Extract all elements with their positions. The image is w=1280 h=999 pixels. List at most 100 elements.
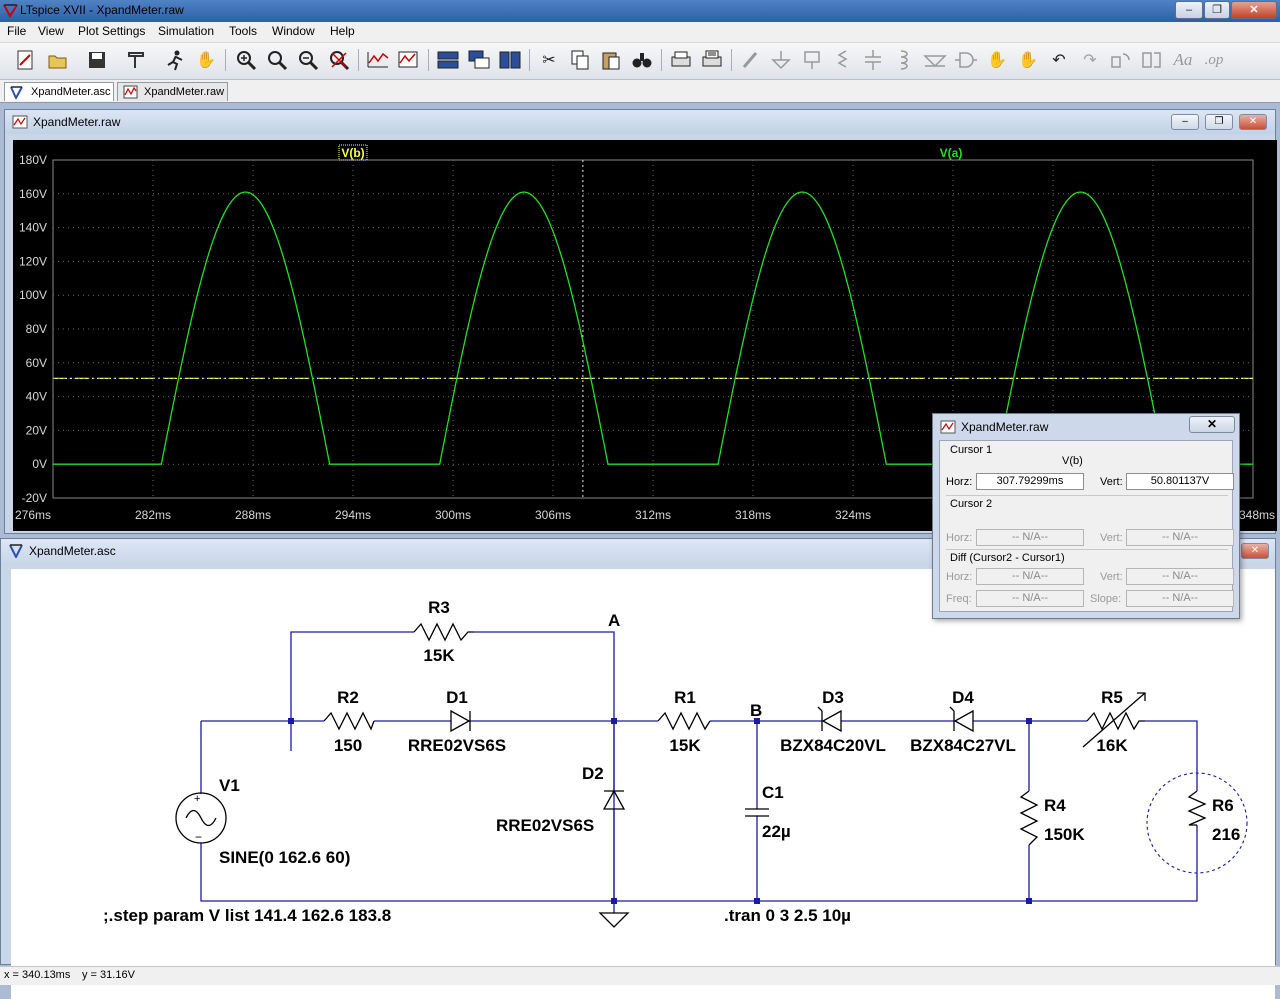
- d4-name: D4: [952, 688, 974, 707]
- minimize-button[interactable]: –: [1175, 1, 1203, 19]
- wire-icon[interactable]: [739, 48, 763, 72]
- waveform-window-titlebar[interactable]: XpandMeter.raw – ❐ ✕: [5, 110, 1275, 134]
- tab-label: XpandMeter.asc: [31, 86, 111, 98]
- cursor-dialog-close-button[interactable]: ✕: [1189, 416, 1235, 433]
- plot-minimize-button[interactable]: –: [1171, 114, 1199, 130]
- schematic-canvas[interactable]: + − R3 15K R2 150 D1 RRE02VS6S R1 15K D3…: [11, 569, 1275, 999]
- y-tick-label: 80V: [26, 322, 47, 336]
- cursor-dialog-title: XpandMeter.raw: [961, 420, 1049, 434]
- drag-icon[interactable]: ✋: [1016, 48, 1040, 72]
- waveform-icon: [123, 85, 138, 99]
- diff-label: Diff (Cursor2 - Cursor1): [950, 552, 1065, 564]
- tile-vertical-icon[interactable]: [498, 48, 522, 72]
- status-y: y = 31.16V: [82, 969, 135, 981]
- zoom-cancel-icon[interactable]: [327, 48, 351, 72]
- schematic-icon: [10, 86, 23, 99]
- cursor1-horz-field[interactable]: 307.79299ms: [976, 473, 1084, 490]
- save-icon[interactable]: [85, 48, 109, 72]
- d2-name: D2: [582, 764, 604, 783]
- close-button[interactable]: ✕: [1231, 1, 1277, 19]
- plot-settings-icon[interactable]: [396, 48, 420, 72]
- x-tick-label: 300ms: [435, 508, 471, 522]
- cursor2-vert-label: Vert:: [1100, 532, 1123, 544]
- trace-label-v-b[interactable]: V(b): [341, 146, 364, 160]
- menu-tools[interactable]: Tools: [229, 24, 257, 38]
- schematic-window-title: XpandMeter.asc: [29, 544, 116, 558]
- d4-symbol: [949, 706, 974, 733]
- diff-vert-label: Vert:: [1100, 571, 1123, 583]
- r5-value: 16K: [1096, 736, 1128, 755]
- zoom-in-icon[interactable]: [234, 48, 258, 72]
- y-tick-label: 40V: [26, 390, 47, 404]
- d3-name: D3: [822, 688, 844, 707]
- waveform-window-title: XpandMeter.raw: [33, 115, 121, 129]
- capacitor-icon[interactable]: [861, 48, 885, 72]
- autorange-icon[interactable]: [366, 48, 390, 72]
- cursor1-horz-label: Horz:: [946, 476, 973, 488]
- d1-name: D1: [446, 688, 468, 707]
- open-icon[interactable]: [46, 48, 70, 72]
- spice-directive-icon[interactable]: .op: [1202, 48, 1226, 72]
- x-tick-label: 276ms: [15, 508, 51, 522]
- zoom-rect-icon[interactable]: [265, 48, 289, 72]
- cursor1-label: Cursor 1: [950, 444, 993, 456]
- r2-name: R2: [337, 688, 359, 707]
- copy-icon[interactable]: [568, 48, 592, 72]
- redo-icon[interactable]: ↷: [1078, 48, 1102, 72]
- r6-name: R6: [1212, 796, 1234, 815]
- diff-freq-label: Freq:: [946, 593, 972, 605]
- print-setup-icon[interactable]: [700, 48, 724, 72]
- y-tick-label: 20V: [26, 423, 47, 437]
- text-icon[interactable]: Aa: [1171, 48, 1195, 72]
- resistor-icon[interactable]: [830, 48, 854, 72]
- new-schematic-icon[interactable]: [14, 48, 38, 72]
- menu-file[interactable]: File: [7, 24, 26, 38]
- component-icon[interactable]: [954, 48, 978, 72]
- diode-icon[interactable]: [923, 48, 947, 72]
- menu-bar: File View Plot Settings Simulation Tools…: [0, 22, 1280, 43]
- cascade-icon[interactable]: [467, 48, 491, 72]
- menu-plot-settings[interactable]: Plot Settings: [78, 24, 145, 38]
- r3-name: R3: [428, 598, 450, 617]
- rotate-icon[interactable]: [1109, 48, 1133, 72]
- cut-icon[interactable]: ✂: [537, 48, 561, 72]
- zoom-out-icon[interactable]: [296, 48, 320, 72]
- y-tick-label: -20V: [22, 491, 47, 505]
- x-tick-label: 306ms: [535, 508, 571, 522]
- menu-window[interactable]: Window: [272, 24, 315, 38]
- inductor-icon[interactable]: [892, 48, 916, 72]
- plot-close-button[interactable]: ✕: [1239, 114, 1267, 130]
- undo-icon[interactable]: ↶: [1047, 48, 1071, 72]
- menu-simulation[interactable]: Simulation: [158, 24, 214, 38]
- label-net-icon[interactable]: [800, 48, 824, 72]
- net-label-a: A: [608, 611, 620, 630]
- pan-hand-icon[interactable]: ✋: [194, 48, 218, 72]
- status-bar: x = 340.13ms y = 31.16V: [0, 966, 1280, 985]
- ground-symbol: [598, 912, 630, 928]
- tile-horizontal-icon[interactable]: [436, 48, 460, 72]
- menu-help[interactable]: Help: [330, 24, 355, 38]
- paste-icon[interactable]: [599, 48, 623, 72]
- trace-label-v-a[interactable]: V(a): [940, 146, 963, 160]
- cursor1-vert-field[interactable]: 50.801137V: [1126, 473, 1234, 490]
- waveform-icon: [12, 115, 28, 129]
- tab-label: XpandMeter.raw: [144, 86, 225, 98]
- ground-icon[interactable]: [769, 48, 793, 72]
- y-tick-label: 100V: [19, 288, 47, 302]
- y-tick-label: 160V: [19, 187, 47, 201]
- mirror-icon[interactable]: [1140, 48, 1164, 72]
- menu-view[interactable]: View: [38, 24, 64, 38]
- run-icon[interactable]: [163, 48, 187, 72]
- find-icon[interactable]: [630, 48, 654, 72]
- control-panel-icon[interactable]: [124, 48, 148, 72]
- plot-restore-button[interactable]: ❐: [1205, 114, 1233, 130]
- mdi-workspace: XpandMeter.raw – ❐ ✕ 180V 160V 140V 120V 100…: [0, 103, 1280, 999]
- restore-button[interactable]: ❐: [1204, 1, 1230, 19]
- tab-xpandmeter-raw[interactable]: XpandMeter.raw: [117, 82, 228, 101]
- tab-xpandmeter-asc[interactable]: XpandMeter.asc: [4, 82, 114, 101]
- print-icon[interactable]: [669, 48, 693, 72]
- x-tick-label: 294ms: [335, 508, 371, 522]
- move-icon[interactable]: ✋: [985, 48, 1009, 72]
- schematic-drawing[interactable]: + − R3 15K R2 150 D1 RRE02VS6S R1 15K D3…: [11, 569, 1275, 999]
- schematic-close-button[interactable]: ✕: [1241, 543, 1269, 559]
